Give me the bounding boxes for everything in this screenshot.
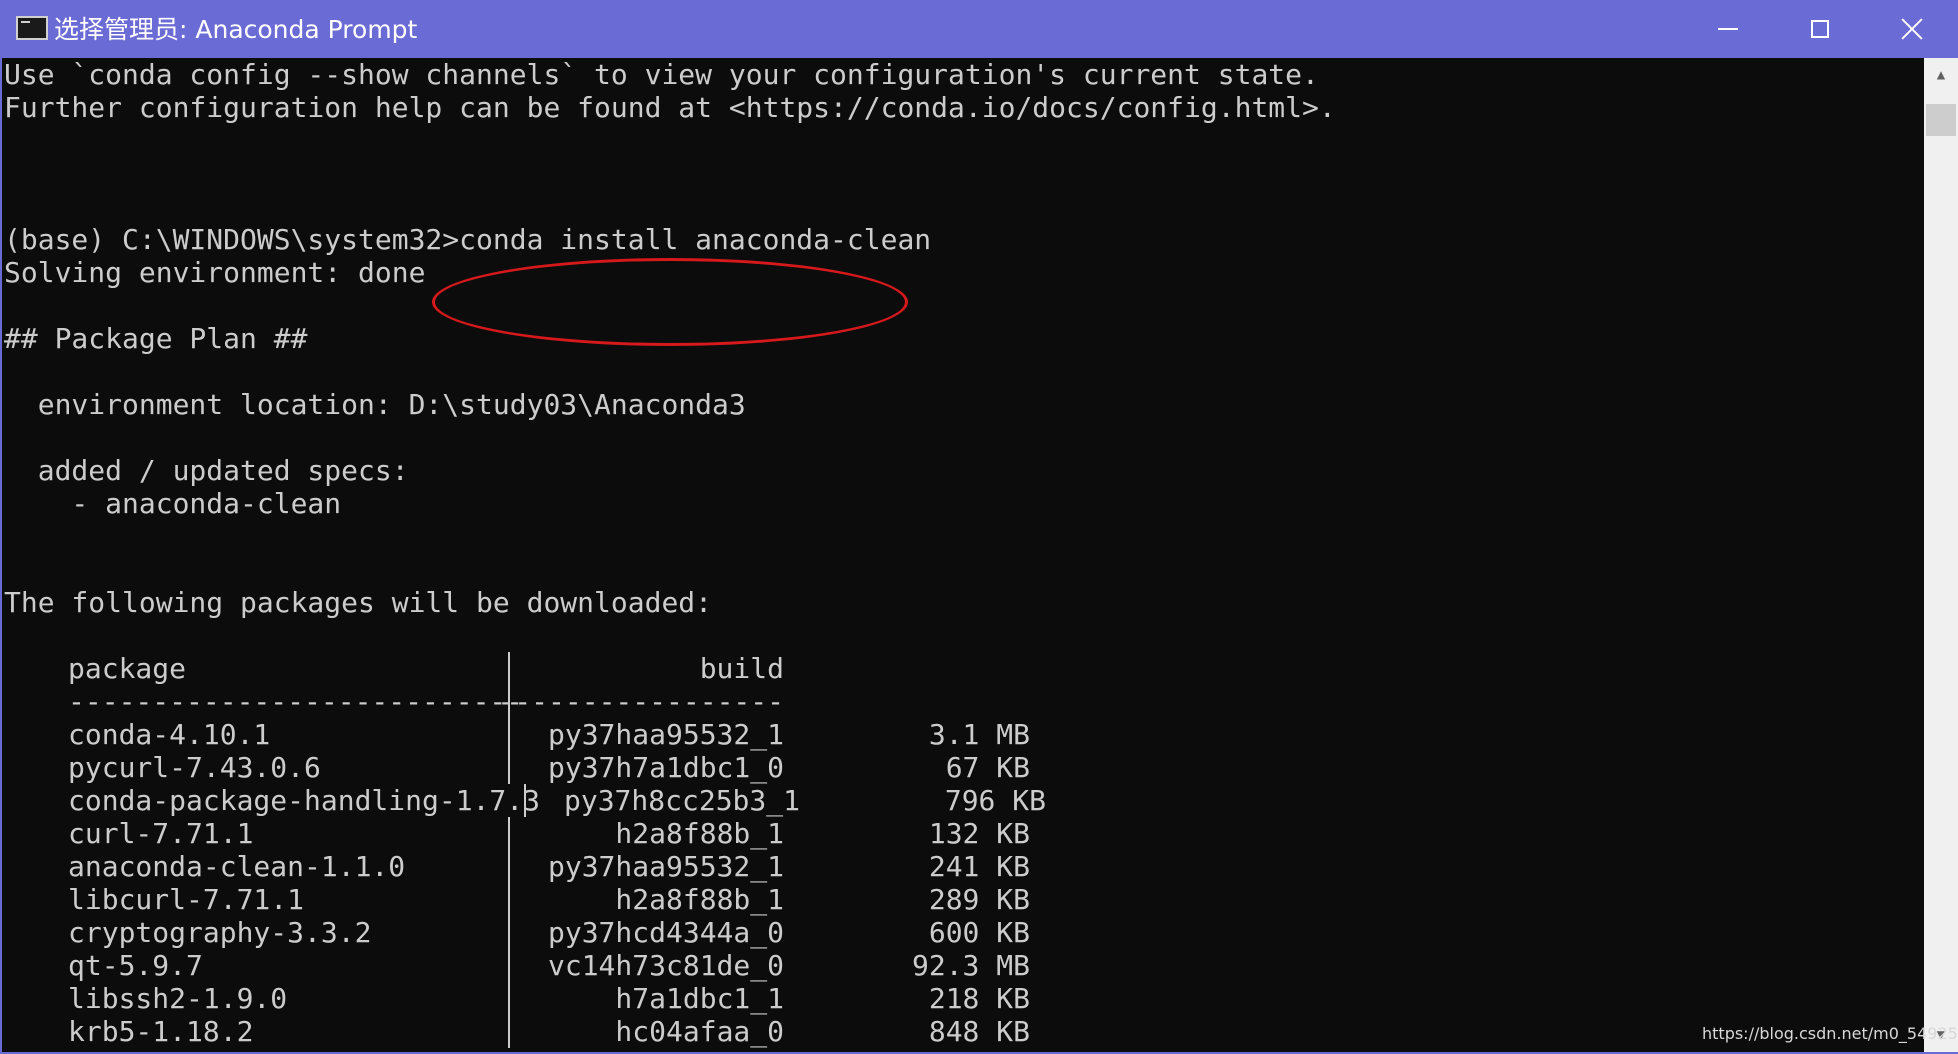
package-name: qt-5.9.7	[68, 949, 203, 982]
package-name: krb5-1.18.2	[68, 1015, 254, 1048]
console-line: Further configuration help can be found …	[4, 91, 1336, 124]
package-build: h2a8f88b_1	[615, 883, 784, 916]
console-line: Solving environment: done	[4, 256, 426, 289]
package-size: 3.1 MB	[928, 718, 1030, 751]
close-button[interactable]	[1866, 0, 1958, 58]
console-output[interactable]: Use `conda config --show channels` to vi…	[4, 58, 1924, 1052]
package-build: h7a1dbc1_1	[615, 982, 784, 1015]
title-bar[interactable]: 选择管理员: Anaconda Prompt	[2, 0, 1958, 58]
package-name: libcurl-7.71.1	[68, 883, 305, 916]
package-build: py37haa95532_1	[547, 850, 784, 883]
window-title: 选择管理员: Anaconda Prompt	[54, 15, 418, 44]
console-window: 选择管理员: Anaconda Prompt Use `conda config…	[0, 0, 1958, 1054]
package-name: libssh2-1.9.0	[68, 982, 288, 1015]
minimize-button[interactable]	[1682, 0, 1774, 58]
package-name: anaconda-clean-1.1.0	[68, 850, 406, 883]
package-size: 241 KB	[928, 850, 1030, 883]
package-name: cryptography-3.3.2	[68, 916, 372, 949]
table-separator-build: -----------------	[497, 685, 784, 718]
console-line: - anaconda-clean	[4, 487, 342, 520]
command-line: (base) C:\WINDOWS\system32>conda install…	[4, 223, 932, 256]
minimize-icon	[1718, 28, 1738, 30]
console-line: environment location: D:\study03\Anacond…	[4, 388, 746, 421]
console-line: ## Package Plan ##	[4, 322, 308, 355]
console-line: Use `conda config --show channels` to vi…	[4, 58, 1319, 91]
package-build: py37h8cc25b3_1	[563, 784, 800, 817]
package-size: 848 KB	[928, 1015, 1030, 1048]
package-build: hc04afaa_0	[615, 1015, 784, 1048]
package-build: vc14h73c81de_0	[547, 949, 784, 982]
vertical-scrollbar[interactable]: ▲ ▼	[1924, 58, 1958, 1052]
console-icon	[16, 16, 48, 40]
scroll-up-icon[interactable]: ▲	[1924, 58, 1958, 92]
package-size: 796 KB	[944, 784, 1046, 817]
package-size: 132 KB	[928, 817, 1030, 850]
package-build: py37h7a1dbc1_0	[547, 751, 784, 784]
package-size: 600 KB	[928, 916, 1030, 949]
table-header-package: package	[68, 652, 187, 685]
highlight-ellipse	[432, 258, 908, 346]
package-size: 218 KB	[928, 982, 1030, 1015]
close-icon	[1900, 17, 1924, 41]
package-size: 92.3 MB	[911, 949, 1030, 982]
maximize-icon	[1811, 20, 1829, 38]
watermark: https://blog.csdn.net/m0_54925	[1702, 1024, 1958, 1043]
scroll-thumb[interactable]	[1926, 104, 1956, 136]
package-size: 289 KB	[928, 883, 1030, 916]
console-line: added / updated specs:	[4, 454, 409, 487]
package-build: h2a8f88b_1	[615, 817, 784, 850]
package-name: conda-4.10.1	[68, 718, 271, 751]
package-name: pycurl-7.43.0.6	[68, 751, 321, 784]
maximize-button[interactable]	[1774, 0, 1866, 58]
package-build: py37hcd4344a_0	[547, 916, 784, 949]
package-build: py37haa95532_1	[547, 718, 784, 751]
package-name: curl-7.71.1	[68, 817, 254, 850]
package-size: 67 KB	[945, 751, 1030, 784]
table-header-build: build	[699, 652, 784, 685]
console-line: The following packages will be downloade…	[4, 586, 713, 619]
